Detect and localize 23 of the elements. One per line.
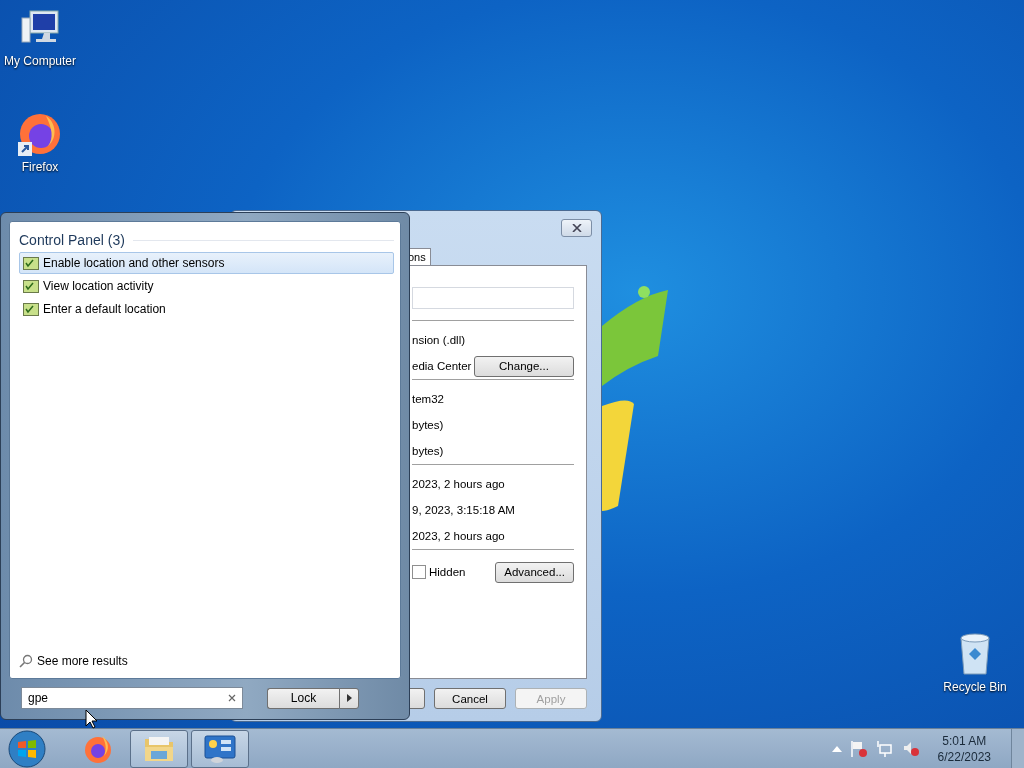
- property-value: 9, 2023, 3:15:18 AM: [412, 504, 515, 516]
- property-value: nsion (.dll): [412, 334, 466, 346]
- advanced-button[interactable]: Advanced...: [495, 561, 574, 583]
- search-result[interactable]: Enter a default location: [19, 298, 394, 320]
- dialog-button[interactable]: Cancel: [434, 688, 506, 709]
- desktop-icon-label[interactable]: My Computer: [4, 54, 76, 68]
- group-title: Control Panel (3): [19, 232, 125, 248]
- desktop-icon-label[interactable]: Firefox: [21, 160, 59, 174]
- property-value: 2023, 2 hours ago: [412, 530, 505, 542]
- desktop-icon-label[interactable]: Recycle Bin: [943, 680, 1007, 694]
- property-value: bytes): [412, 419, 444, 431]
- clock[interactable]: 5:01 AM 6/22/2023: [937, 733, 991, 765]
- property-value: bytes): [412, 445, 444, 457]
- see-more-link[interactable]: See more results: [37, 654, 128, 668]
- lock-button[interactable]: Lock: [267, 687, 339, 709]
- property-value: edia Center: [412, 360, 472, 372]
- search-result[interactable]: Enable location and other sensors: [19, 252, 394, 274]
- checkbox-label[interactable]: Hidden: [429, 566, 466, 578]
- search-result[interactable]: View location activity: [19, 275, 394, 297]
- property-value: tem32: [412, 393, 444, 405]
- change-button[interactable]: Change...: [474, 355, 574, 377]
- search-field[interactable]: gpe: [21, 687, 243, 709]
- property-value: 2023, 2 hours ago: [412, 478, 505, 490]
